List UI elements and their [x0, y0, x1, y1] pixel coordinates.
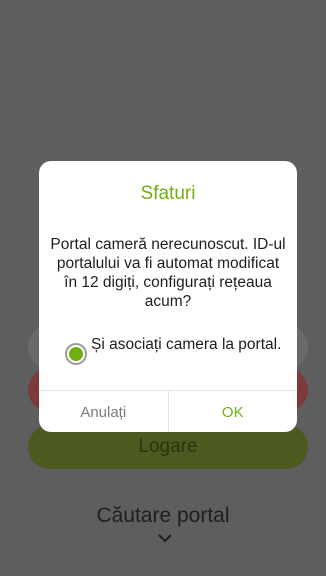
radio-dot — [69, 347, 83, 361]
cancel-button[interactable]: Anulați — [39, 391, 169, 432]
radio-checked-icon[interactable] — [65, 343, 87, 365]
associate-camera-label: Și asociați camera la portal. — [91, 336, 282, 353]
login-button-label: Logare — [138, 436, 198, 457]
chevron-down-icon — [158, 534, 172, 543]
ok-button[interactable]: OK — [169, 391, 298, 432]
search-portal-link: Căutare portal — [96, 504, 230, 527]
tips-dialog: Sfaturi Portal cameră nerecunoscut. ID-u… — [39, 161, 297, 432]
dialog-title: Sfaturi — [140, 183, 196, 204]
dialog-button-row: Anulați OK — [39, 390, 297, 432]
associate-camera-option[interactable]: Și asociați camera la portal. — [65, 335, 285, 365]
dialog-message: Portal cameră nerecunoscut. ID-ul portal… — [50, 236, 286, 310]
